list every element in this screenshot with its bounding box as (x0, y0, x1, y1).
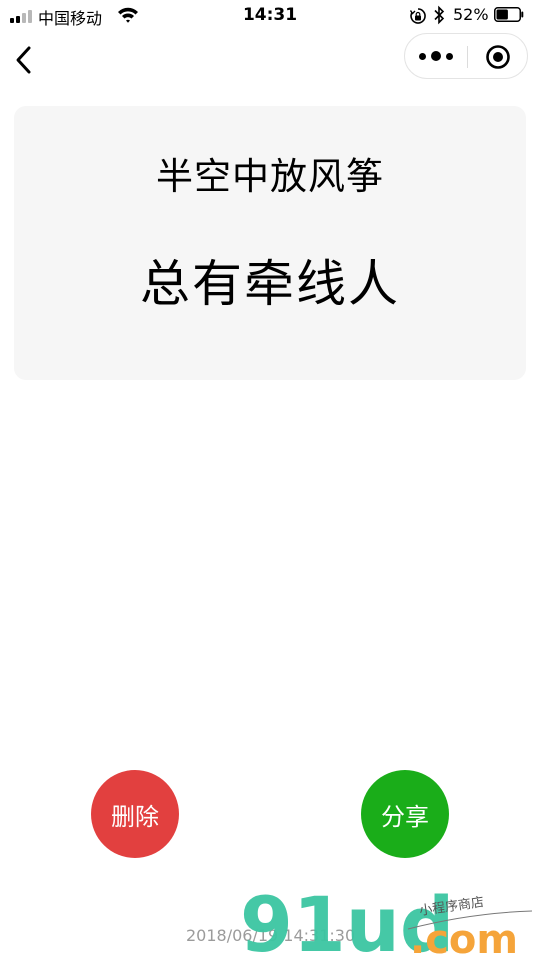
delete-button[interactable]: 删除 (91, 770, 179, 858)
close-mini-program-button[interactable] (485, 44, 511, 70)
rotation-lock-icon (409, 8, 426, 24)
capsule-divider (467, 46, 468, 68)
menu-capsule (404, 33, 528, 79)
back-button[interactable] (10, 42, 40, 78)
navigation-bar (0, 30, 540, 88)
card-line-2: 总有牵线人 (140, 255, 400, 313)
message-card: 半空中放风筝 总有牵线人 (14, 106, 526, 380)
more-button[interactable] (405, 34, 467, 78)
card-line-1: 半空中放风筝 (156, 155, 384, 198)
status-bar: 中国移动 14:31 52% (0, 0, 540, 30)
battery-icon (494, 7, 524, 22)
battery-percent: 52% (453, 5, 489, 24)
share-button[interactable]: 分享 (361, 770, 449, 858)
watermark-logo: 91ud .com 小程序商店 (240, 885, 533, 960)
more-dots-icon (419, 52, 426, 60)
bluetooth-icon (434, 5, 445, 25)
svg-text:.com: .com (410, 917, 518, 960)
